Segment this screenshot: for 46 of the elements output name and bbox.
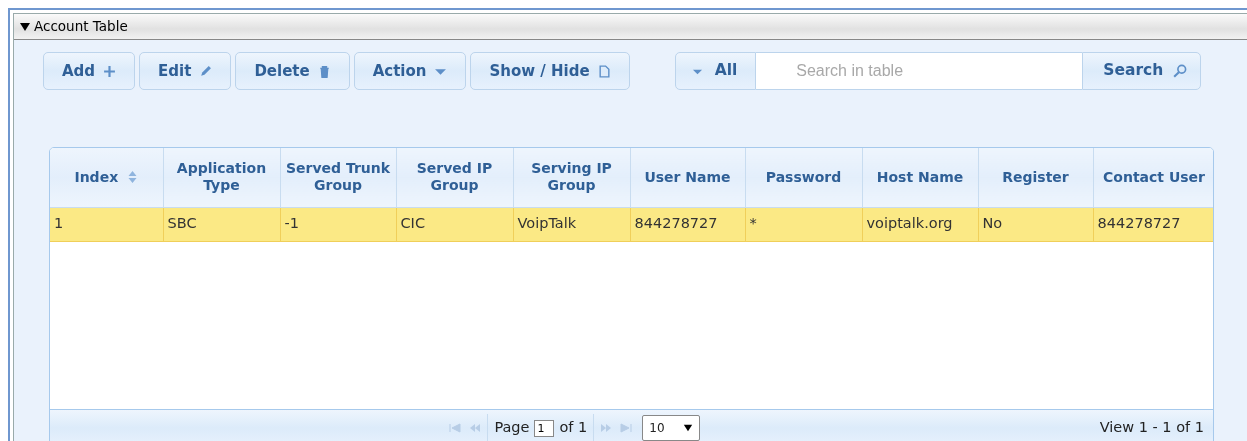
table-cell: SBC xyxy=(163,207,280,241)
column-header[interactable]: Host Name xyxy=(862,148,978,207)
edit-button[interactable]: Edit xyxy=(139,52,232,90)
last-page-icon xyxy=(620,423,633,433)
page-label: Page xyxy=(494,418,530,438)
pencil-icon xyxy=(199,64,213,78)
sortable-column-header[interactable]: Index xyxy=(50,148,163,207)
table-cell: CIC xyxy=(396,207,513,241)
previous-page-icon xyxy=(469,423,482,433)
table-cell: 1 xyxy=(50,207,163,241)
search-button[interactable]: Search xyxy=(1082,52,1202,90)
plus-icon xyxy=(103,64,117,78)
trash-icon xyxy=(317,64,331,78)
table-cell: VoipTalk xyxy=(513,207,630,241)
caret-icon xyxy=(683,423,694,433)
columns-button[interactable]: Show / Hide xyxy=(470,52,630,90)
page-count: of 1 xyxy=(559,418,588,438)
filter-dropdown[interactable]: All xyxy=(674,52,757,90)
column-header[interactable]: Contact User xyxy=(1093,148,1213,207)
page-icon xyxy=(597,64,611,78)
table-cell: -1 xyxy=(280,207,396,241)
records-count: View 1 - 1 of 1 xyxy=(1099,418,1204,438)
search-icon xyxy=(1173,64,1188,78)
column-header[interactable]: Application Type xyxy=(163,148,280,207)
sort-icon xyxy=(127,169,139,184)
column-header[interactable]: Register xyxy=(978,148,1093,207)
table-cell: 844278727 xyxy=(630,207,745,241)
search-field[interactable]: Search in table xyxy=(756,52,1083,90)
table-cell: voiptalk.org xyxy=(862,207,978,241)
next-page-icon xyxy=(600,423,613,433)
column-header[interactable]: Served Trunk Group xyxy=(280,148,396,207)
column-header[interactable]: User Name xyxy=(630,148,745,207)
column-header[interactable]: Serving IP Group xyxy=(513,148,630,207)
panel-title: Account Table xyxy=(34,17,128,37)
delete-button[interactable]: Delete xyxy=(235,52,350,90)
table-cell: 844278727 xyxy=(1093,207,1213,241)
column-header[interactable]: Served IP Group xyxy=(396,148,513,207)
page-size-dropdown[interactable]: 10 xyxy=(642,415,701,441)
column-header[interactable]: Password xyxy=(745,148,862,207)
dropdown-button[interactable]: Action xyxy=(353,52,467,90)
table-cell: * xyxy=(745,207,862,241)
page-number-field[interactable]: 1 xyxy=(534,419,555,437)
add-button[interactable]: Add xyxy=(43,52,136,90)
table-cell: No xyxy=(978,207,1093,241)
first-page-icon xyxy=(449,423,462,433)
collapse-triangle-icon[interactable] xyxy=(20,22,30,31)
